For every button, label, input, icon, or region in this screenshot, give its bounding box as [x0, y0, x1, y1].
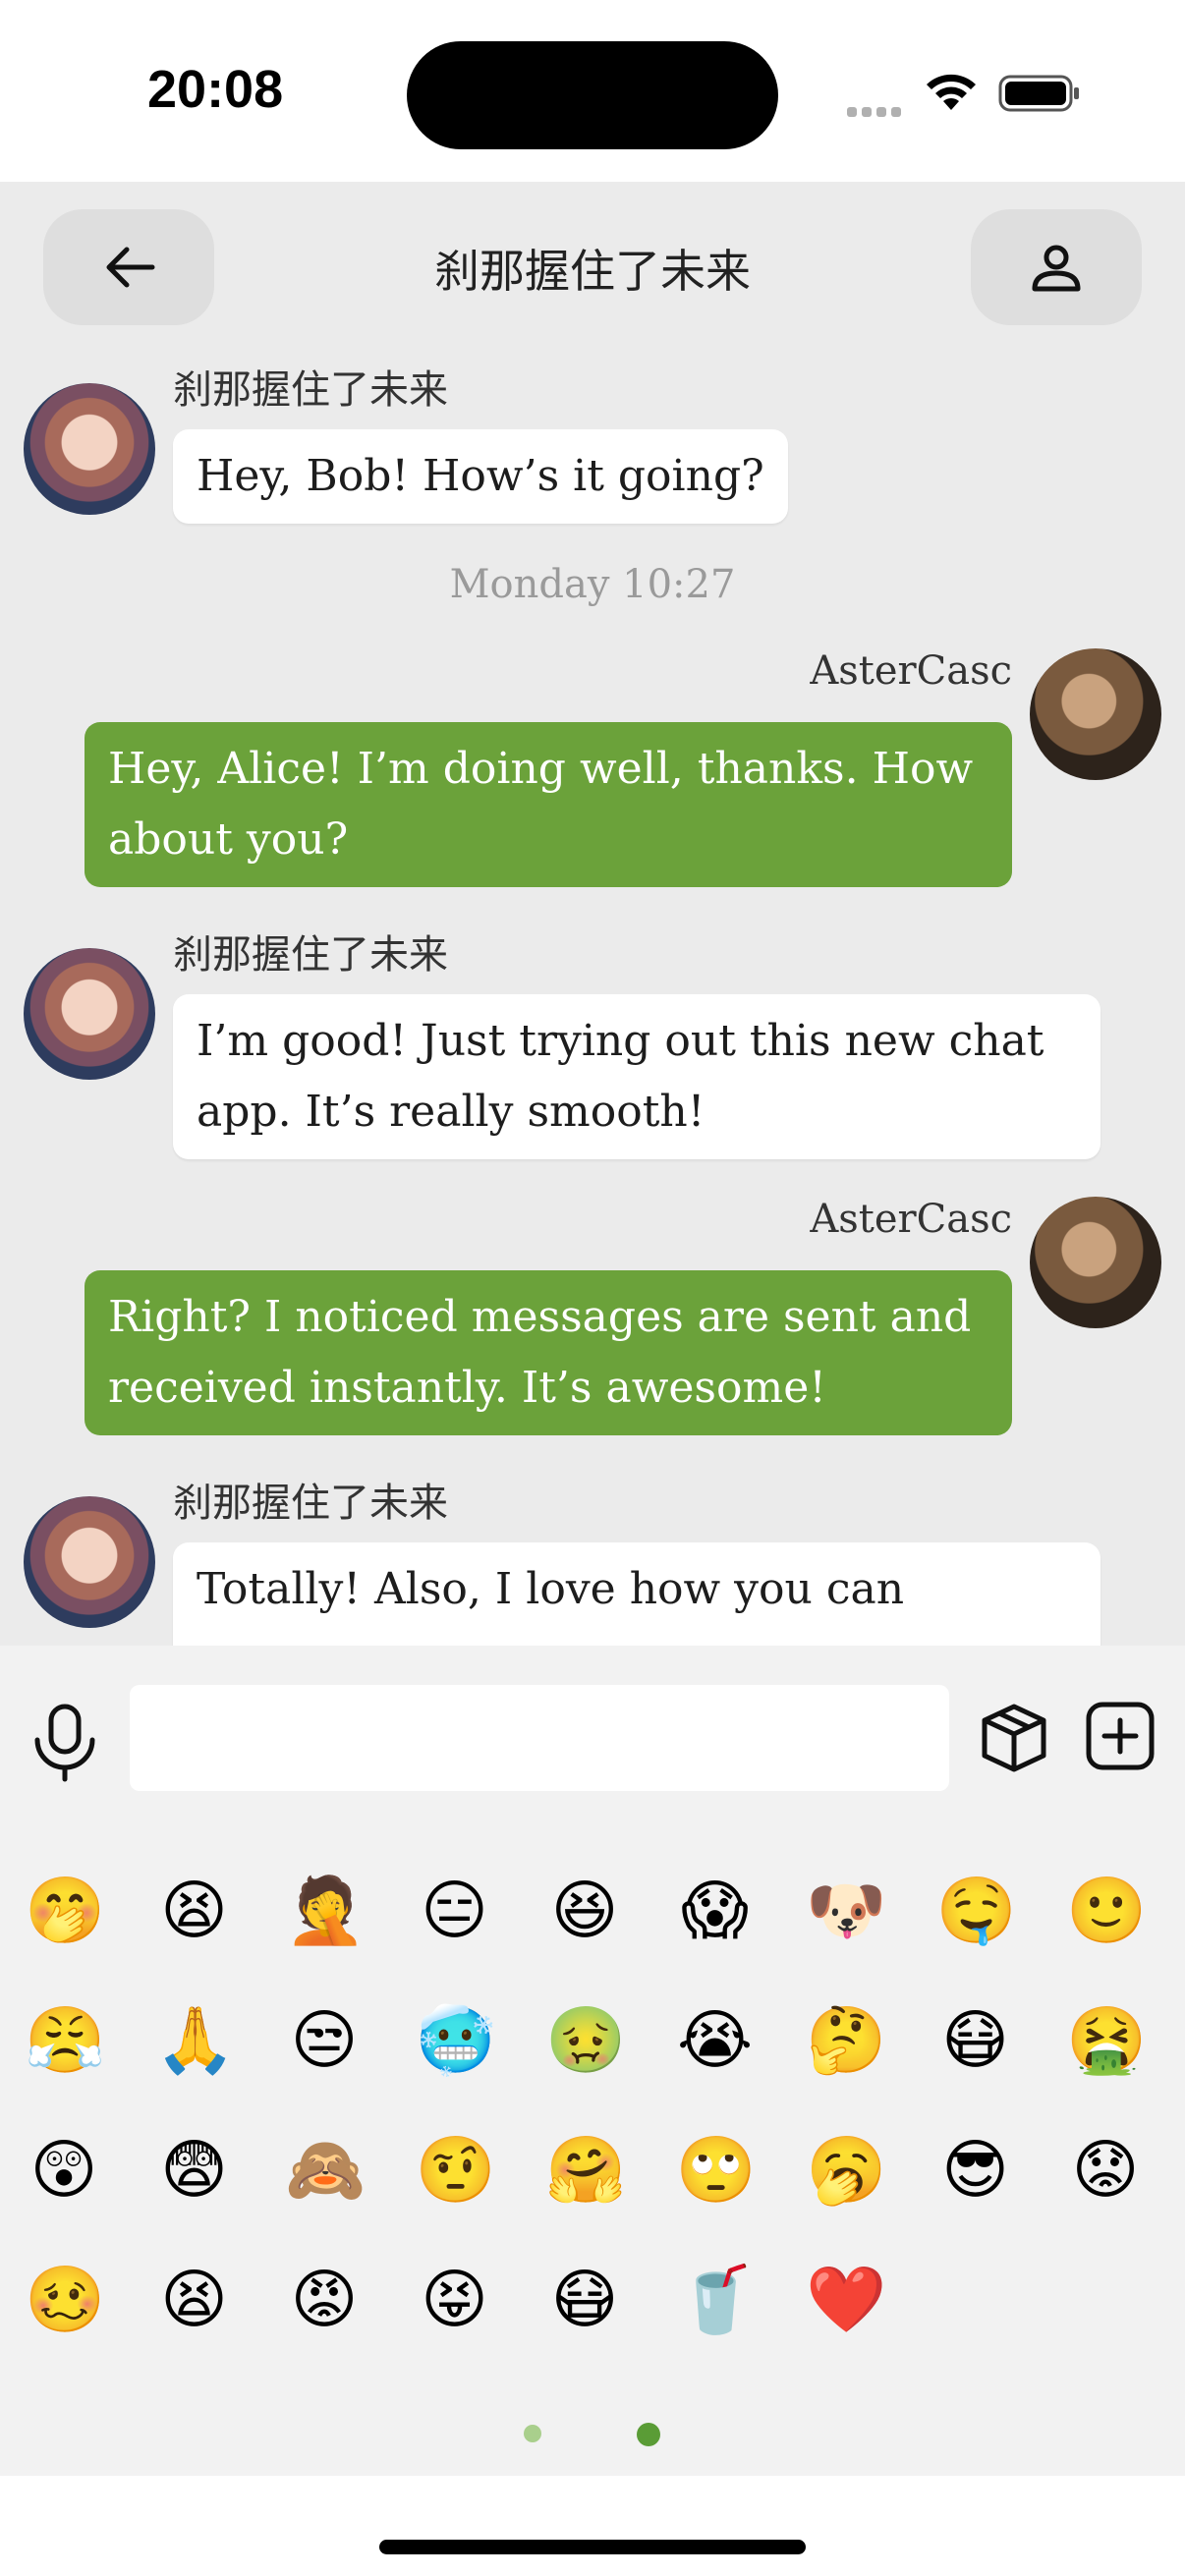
emoji-button[interactable]: 😷	[936, 2001, 1015, 2080]
emoji-button[interactable]: 🥱	[806, 2131, 886, 2210]
status-bar: 20:08	[0, 0, 1185, 182]
message-timestamp: Monday 10:27	[449, 562, 736, 607]
emoji-button[interactable]: ❤️	[806, 2261, 886, 2339]
emoji-button[interactable]: 😭	[676, 2001, 755, 2080]
chat-title: 刹那握住了未来	[434, 245, 751, 298]
emoji-button[interactable]: 😆	[545, 1872, 624, 1950]
sticker-box-icon[interactable]	[979, 1703, 1049, 1773]
page-indicator-dot-1[interactable]	[524, 2425, 541, 2442]
avatar-alice[interactable]	[24, 1496, 155, 1628]
emoji-button[interactable]: 😨	[155, 2131, 234, 2210]
sender-name: 刹那握住了未来	[173, 932, 448, 978]
emoji-button[interactable]: 😟	[1066, 2131, 1145, 2210]
person-icon	[1032, 245, 1081, 292]
avatar-alice[interactable]	[24, 948, 155, 1080]
message-bubble[interactable]: Totally! Also, I love how you can	[173, 1542, 1100, 1646]
emoji-button[interactable]: 🙏	[155, 2001, 236, 2080]
emoji-button[interactable]: 🤤	[936, 1872, 1017, 1950]
emoji-button[interactable]: 🥴	[25, 2261, 105, 2339]
emoji-button[interactable]: 🤭	[25, 1872, 105, 1950]
emoji-button[interactable]: 🙄	[676, 2131, 757, 2210]
emoji-button[interactable]: 😫	[155, 1872, 234, 1950]
profile-button[interactable]	[971, 209, 1142, 325]
message-list[interactable]: 刹那握住了未来 Hey, Bob! How’s it going? Monday…	[0, 354, 1185, 1646]
emoji-button[interactable]: 🤨	[416, 2131, 496, 2210]
emoji-button[interactable]: 😤	[25, 2001, 105, 2080]
emoji-button[interactable]: 🙈	[285, 2131, 366, 2210]
emoji-button[interactable]: 😑	[416, 1872, 494, 1950]
emoji-button[interactable]: 🤦	[285, 1872, 366, 1950]
back-button[interactable]	[43, 209, 214, 325]
chat-screen: 20:08 刹那握住了未来 刹那握住了未来 Hey, Bob! How’s it…	[0, 0, 1185, 2576]
emoji-button[interactable]: 🤗	[545, 2131, 626, 2210]
wifi-icon	[927, 74, 976, 110]
avatar-astercasc[interactable]	[1030, 648, 1161, 780]
home-indicator[interactable]	[379, 2540, 806, 2554]
microphone-icon[interactable]	[28, 1703, 102, 1783]
message-bubble[interactable]: Right? I noticed messages are sent and r…	[85, 1270, 1012, 1435]
arrow-left-icon	[106, 247, 155, 288]
sender-name: 刹那握住了未来	[173, 1481, 448, 1526]
message-bubble[interactable]: Hey, Alice! I’m doing well, thanks. How …	[85, 722, 1012, 887]
emoji-button[interactable]: 😝	[416, 2261, 494, 2339]
avatar-alice[interactable]	[24, 383, 155, 515]
emoji-button[interactable]: 🙂	[1066, 1872, 1147, 1950]
emoji-button[interactable]: 😱	[676, 1872, 755, 1950]
plus-icon[interactable]	[1085, 1701, 1156, 1771]
emoji-button[interactable]: 🤢	[545, 2001, 626, 2080]
avatar-astercasc[interactable]	[1030, 1197, 1161, 1328]
message-bubble[interactable]: I’m good! Just trying out this new chat …	[173, 994, 1100, 1159]
sender-name: AsterCasc	[810, 1197, 1012, 1242]
battery-icon	[998, 75, 1079, 112]
emoji-button[interactable]: 🥶	[416, 2001, 496, 2080]
emoji-button[interactable]: 🐶	[806, 1872, 886, 1950]
message-input[interactable]	[130, 1685, 949, 1791]
cellular-signal-icon	[847, 102, 906, 121]
sender-name: AsterCasc	[810, 648, 1012, 694]
emoji-button[interactable]: 😫	[155, 2261, 234, 2339]
home-bar-area	[0, 2476, 1185, 2576]
emoji-button[interactable]: 😒	[285, 2001, 364, 2080]
dynamic-island	[407, 41, 778, 149]
message-bubble[interactable]: Hey, Bob! How’s it going?	[173, 429, 788, 524]
emoji-button[interactable]: 🥤	[676, 2261, 757, 2339]
emoji-button[interactable]: 😡	[285, 2261, 364, 2339]
emoji-button[interactable]: 😎	[936, 2131, 1015, 2210]
chat-header: 刹那握住了未来	[0, 182, 1185, 354]
page-indicator-dot-2[interactable]	[637, 2423, 660, 2446]
status-time: 20:08	[147, 60, 284, 119]
emoji-button[interactable]: 🤮	[1066, 2001, 1147, 2080]
composer-panel: 🤭 😫 🤦 😑 😆 😱 🐶 🤤 🙂 😤 🙏 😒 🥶 🤢 😭 🤔 😷 🤮 😲 😨 🙈 🤨 🤗 🙄 🥱 😎 😟 🥴 😫 😡 😝 😷 🥤 ❤️	[0, 1646, 1185, 2476]
emoji-button[interactable]: 😷	[545, 2261, 624, 2339]
emoji-button[interactable]: 🤔	[806, 2001, 886, 2080]
emoji-button[interactable]: 😲	[25, 2131, 103, 2210]
sender-name: 刹那握住了未来	[173, 367, 448, 413]
